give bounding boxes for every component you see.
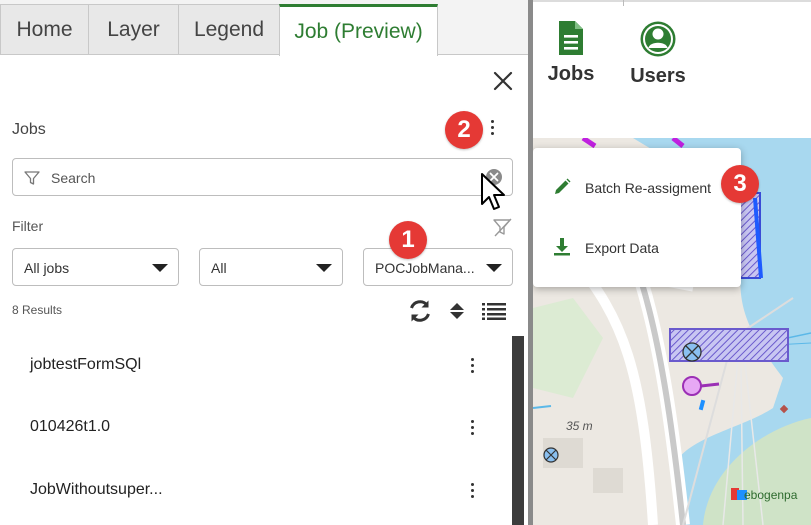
users-app-button[interactable]: Users	[629, 20, 687, 88]
chevron-down-icon	[316, 264, 332, 272]
clear-filter-icon[interactable]	[491, 216, 513, 238]
results-count: 8 Results	[12, 303, 63, 317]
panel-more-options-icon[interactable]	[484, 117, 500, 139]
user-icon	[640, 21, 676, 57]
job-status-dropdown[interactable]: All jobs	[12, 248, 179, 286]
export-data-label: Export Data	[585, 240, 659, 256]
pencil-icon	[555, 178, 571, 194]
project-value: POCJobMana...	[375, 260, 475, 276]
close-icon[interactable]	[490, 68, 516, 94]
jobs-app-button[interactable]: Jobs	[547, 20, 595, 86]
map-place-label: ebogenpa	[744, 488, 798, 502]
job-list-item[interactable]: JobWithoutsuper...	[0, 465, 500, 525]
scrollbar[interactable]	[512, 336, 524, 525]
job-name: 010426t1.0	[30, 418, 111, 435]
chevron-down-icon	[152, 264, 168, 272]
chevron-down-icon	[486, 264, 502, 272]
job-name: jobtestFormSQl	[30, 356, 142, 373]
job-status-value: All jobs	[24, 260, 70, 276]
tab-home[interactable]: Home	[0, 4, 89, 55]
tab-legend[interactable]: Legend	[178, 4, 280, 55]
step-badge-1: 1	[389, 221, 427, 259]
job-list-item[interactable]: jobtestFormSQl	[0, 340, 500, 400]
job-more-options-icon[interactable]	[464, 417, 480, 439]
filter-funnel-icon	[24, 171, 40, 185]
batch-reassignment-menu-item[interactable]: Batch Re-assigment	[533, 163, 741, 213]
tab-job-preview[interactable]: Job (Preview)	[279, 4, 438, 56]
panel-title: Jobs	[12, 121, 46, 138]
batch-reassignment-label: Batch Re-assigment	[585, 180, 712, 196]
app-toolbar: Jobs Users	[533, 0, 811, 138]
job-more-options-icon[interactable]	[464, 480, 480, 502]
jobs-app-label: Jobs	[547, 63, 595, 85]
job-name: JobWithoutsuper...	[30, 481, 163, 498]
filter-label: Filter	[12, 218, 44, 234]
users-app-label: Users	[630, 65, 686, 87]
refresh-icon[interactable]	[407, 298, 433, 324]
step-badge-3: 3	[721, 165, 759, 203]
download-icon	[554, 238, 570, 256]
export-data-menu-item[interactable]: Export Data	[533, 223, 741, 273]
job-list-item[interactable]: 010426t1.0	[0, 402, 500, 462]
tab-bar: Home Layer Legend Job (Preview)	[0, 0, 528, 56]
job-panel: Home Layer Legend Job (Preview) Jobs 2 F…	[0, 0, 528, 525]
list-view-icon[interactable]	[482, 302, 506, 320]
search-box	[12, 158, 513, 196]
app-area: Jobs Users 35 m ebogenpa Batch Re-assigm…	[533, 0, 811, 525]
assignee-value: All	[211, 260, 227, 276]
mouse-cursor-icon	[481, 173, 505, 210]
sort-icon[interactable]	[449, 302, 465, 320]
tab-layer[interactable]: Layer	[88, 4, 179, 55]
document-icon	[559, 21, 583, 55]
step-badge-2: 2	[445, 111, 483, 149]
map-elevation-label: 35 m	[566, 419, 593, 433]
job-more-options-icon[interactable]	[464, 355, 480, 377]
project-dropdown[interactable]: POCJobMana...	[363, 248, 513, 286]
jobs-context-menu: Batch Re-assigment Export Data	[533, 148, 741, 287]
search-input[interactable]	[49, 167, 473, 189]
assignee-dropdown[interactable]: All	[199, 248, 343, 286]
